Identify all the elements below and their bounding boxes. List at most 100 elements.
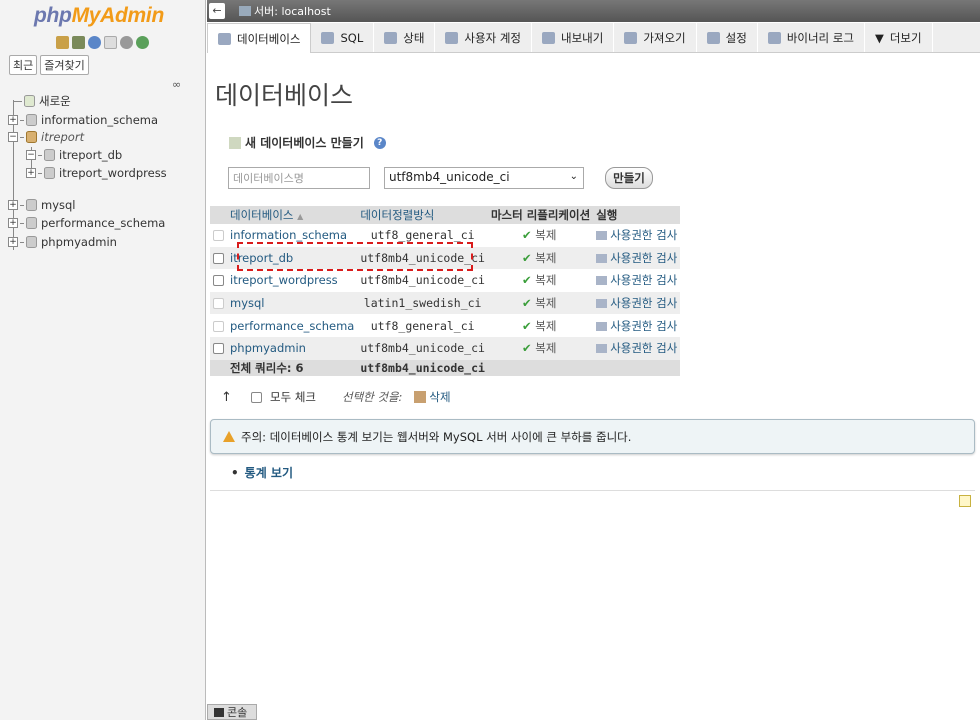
collapse-icon[interactable]: −	[26, 150, 36, 160]
row-checkbox	[213, 320, 224, 332]
export-icon	[541, 31, 555, 44]
expand-icon[interactable]: +	[8, 218, 18, 228]
delete-button[interactable]: 삭제	[414, 389, 451, 405]
collation-value: utf8mb4_unicode_ci	[357, 269, 488, 292]
enable-statistics-link[interactable]: 통계 보기	[231, 464, 293, 481]
with-selected-label: 선택한 것을:	[341, 390, 403, 404]
console-toggle[interactable]: 콘솔	[207, 704, 257, 720]
expand-icon[interactable]: +	[8, 237, 18, 247]
phpmyadmin-logo[interactable]: phpMyAdmin	[34, 4, 164, 28]
expand-icon[interactable]: +	[26, 168, 36, 178]
new-db-icon	[229, 136, 241, 149]
arrow-up-icon: ↑	[221, 389, 232, 405]
back-arrow-icon[interactable]: ←	[209, 3, 225, 19]
gear-icon[interactable]	[120, 36, 133, 49]
privileges-icon	[596, 253, 608, 263]
check-privileges-link[interactable]: 사용권한 검사	[593, 291, 681, 315]
tab-settings[interactable]: 설정	[697, 23, 758, 52]
logout-icon[interactable]	[72, 36, 85, 49]
col-action: 실행	[593, 206, 681, 224]
tab-import[interactable]: 가져오기	[614, 23, 697, 52]
create-button[interactable]: 만들기	[605, 167, 653, 189]
notice-box: 주의: 데이터베이스 통계 보기는 웹서버와 MySQL 서버 사이에 큰 부하…	[210, 419, 975, 454]
navigation-panel: phpMyAdmin 최근 즐겨찾기 ∞ 새로운 + information_s…	[0, 0, 206, 720]
server-breadcrumb-bar: ← 서버: localhost	[207, 0, 980, 22]
tree-item-phpmyadmin[interactable]: + phpmyadmin	[8, 234, 117, 250]
database-link[interactable]: performance_schema	[227, 314, 358, 337]
tab-export[interactable]: 내보내기	[532, 23, 615, 52]
replication-cell: ✔ 복제	[487, 291, 594, 315]
status-icon	[384, 31, 398, 44]
collation-value: utf8_general_ci	[357, 314, 488, 337]
tree-item-performance-schema[interactable]: + performance_schema	[8, 215, 165, 231]
binlog-icon	[767, 31, 781, 44]
table-row: performance_schema utf8_general_ci ✔ 복제 …	[210, 314, 681, 337]
console-icon	[214, 707, 224, 717]
help-icon[interactable]	[88, 36, 101, 49]
notice-text: 주의: 데이터베이스 통계 보기는 웹서버와 MySQL 서버 사이에 큰 부하…	[241, 429, 632, 444]
link-panels-icon[interactable]: ∞	[172, 78, 181, 91]
database-icon	[26, 217, 37, 229]
database-table: 데이터베이스 ▲ 데이터정렬방식 마스터 리플리케이션 실행 informati…	[210, 206, 681, 376]
row-checkbox[interactable]	[213, 275, 224, 287]
tab-status[interactable]: 상태	[374, 23, 436, 52]
check-privileges-link[interactable]: 사용권한 검사	[593, 246, 681, 270]
expand-icon[interactable]: +	[8, 200, 18, 210]
check-privileges-link[interactable]: 사용권한 검사	[593, 336, 681, 360]
server-label[interactable]: 서버: localhost	[254, 3, 331, 19]
collation-select[interactable]: utf8mb4_unicode_ci ⌄	[384, 167, 584, 189]
row-checkbox	[213, 298, 224, 310]
collapse-icon[interactable]: −	[8, 132, 18, 142]
divider	[210, 490, 975, 491]
database-group-icon	[26, 131, 37, 143]
check-icon: ✔	[521, 250, 532, 265]
database-icon	[26, 114, 37, 126]
tab-sql[interactable]: SQL	[311, 23, 375, 52]
tree-label: performance_schema	[41, 216, 166, 230]
reload-icon[interactable]	[136, 36, 149, 49]
wrench-icon	[706, 31, 720, 44]
tree-label: information_schema	[41, 113, 159, 127]
docs-icon[interactable]	[104, 36, 117, 49]
page-settings-icon[interactable]	[959, 495, 971, 507]
database-link[interactable]: mysql	[227, 291, 358, 315]
check-privileges-link[interactable]: 사용권한 검사	[593, 314, 681, 337]
tab-databases[interactable]: 데이터베이스	[207, 23, 312, 53]
privileges-icon	[596, 299, 608, 309]
tree-item-itreport[interactable]: − itreport	[8, 129, 84, 145]
tab-user-accounts[interactable]: 사용자 계정	[435, 23, 532, 52]
database-link[interactable]: phpmyadmin	[227, 336, 358, 360]
help-icon[interactable]: ?	[373, 136, 386, 149]
table-row: mysql latin1_swedish_ci ✔ 복제 사용권한 검사	[210, 291, 681, 315]
tree-item-new[interactable]: 새로운	[14, 93, 71, 109]
replication-cell: ✔ 복제	[487, 246, 594, 270]
check-all-checkbox[interactable]	[251, 391, 262, 403]
col-database[interactable]: 데이터베이스 ▲	[227, 206, 358, 224]
database-link[interactable]: itreport_wordpress	[227, 269, 358, 292]
tree-item-mysql[interactable]: + mysql	[8, 197, 76, 213]
tab-more[interactable]: ▼ 더보기	[865, 23, 933, 52]
expand-icon[interactable]: +	[8, 115, 18, 125]
main-tabs: 데이터베이스 SQL 상태 사용자 계정 내보내기 가져오기 설정 바이너리 로…	[207, 23, 980, 53]
check-privileges-link[interactable]: 사용권한 검사	[593, 224, 681, 247]
database-icon	[26, 199, 37, 211]
tree-item-itreport-db[interactable]: − itreport_db	[26, 147, 122, 163]
tree-item-itreport-wordpress[interactable]: + itreport_wordpress	[26, 165, 167, 181]
replication-cell: ✔ 복제	[487, 336, 594, 360]
table-footer: 전체 쿼리수: 6 utf8mb4_unicode_ci	[210, 359, 681, 376]
sort-asc-icon: ▲	[297, 212, 304, 221]
tab-binary-log[interactable]: 바이너리 로그	[758, 23, 865, 52]
tree-item-information-schema[interactable]: + information_schema	[8, 112, 158, 128]
check-all-label[interactable]: 모두 체크	[270, 389, 316, 405]
check-privileges-link[interactable]: 사용권한 검사	[593, 269, 681, 292]
row-checkbox[interactable]	[213, 343, 224, 355]
database-name-input[interactable]: 데이터베이스명	[228, 167, 370, 189]
privileges-icon	[596, 231, 608, 241]
import-icon	[624, 31, 638, 44]
favorites-button[interactable]: 즐겨찾기	[40, 55, 89, 75]
row-checkbox[interactable]	[213, 252, 224, 264]
privileges-icon	[596, 344, 608, 354]
col-collation[interactable]: 데이터정렬방식	[357, 206, 488, 224]
home-icon[interactable]	[56, 36, 69, 49]
recent-button[interactable]: 최근	[9, 55, 38, 75]
